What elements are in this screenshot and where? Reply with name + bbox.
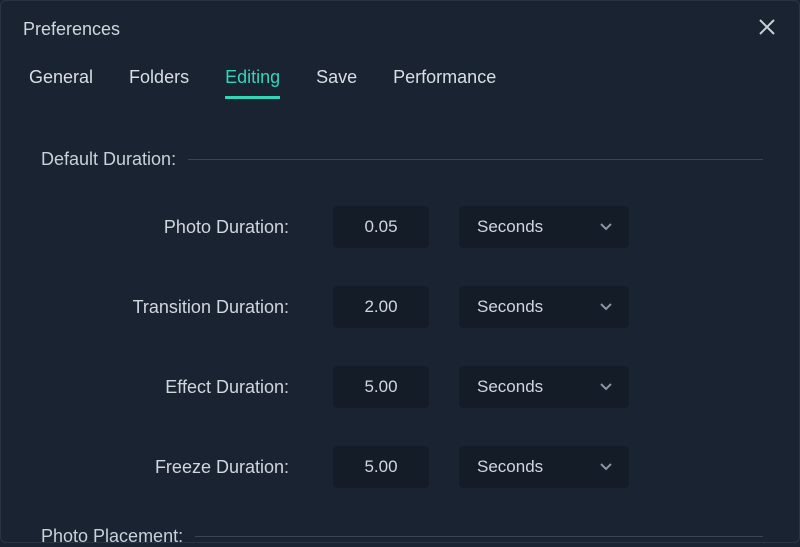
- input-effect-duration[interactable]: [333, 366, 429, 408]
- chevron-down-icon: [599, 380, 613, 394]
- row-freeze-duration: Freeze Duration: Seconds: [69, 446, 763, 488]
- input-transition-duration[interactable]: [333, 286, 429, 328]
- close-button[interactable]: [755, 17, 779, 41]
- tab-editing[interactable]: Editing: [225, 67, 280, 99]
- titlebar: Preferences: [1, 1, 799, 49]
- row-photo-duration: Photo Duration: Seconds: [69, 206, 763, 248]
- row-effect-duration: Effect Duration: Seconds: [69, 366, 763, 408]
- label-photo-duration: Photo Duration:: [69, 217, 297, 238]
- close-icon: [758, 18, 776, 41]
- select-photo-duration-unit[interactable]: Seconds: [459, 206, 629, 248]
- select-value: Seconds: [477, 377, 543, 397]
- row-transition-duration: Transition Duration: Seconds: [69, 286, 763, 328]
- select-freeze-duration-unit[interactable]: Seconds: [459, 446, 629, 488]
- select-value: Seconds: [477, 297, 543, 317]
- select-transition-duration-unit[interactable]: Seconds: [459, 286, 629, 328]
- section-label-default-duration: Default Duration:: [41, 149, 176, 170]
- select-value: Seconds: [477, 457, 543, 477]
- default-duration-fields: Photo Duration: Seconds Transition Durat…: [41, 206, 763, 488]
- input-freeze-duration[interactable]: [333, 446, 429, 488]
- input-photo-duration[interactable]: [333, 206, 429, 248]
- window-title: Preferences: [23, 19, 120, 40]
- label-effect-duration: Effect Duration:: [69, 377, 297, 398]
- section-default-duration: Default Duration:: [41, 149, 763, 170]
- label-transition-duration: Transition Duration:: [69, 297, 297, 318]
- tab-folders[interactable]: Folders: [129, 67, 189, 99]
- select-value: Seconds: [477, 217, 543, 237]
- tab-save[interactable]: Save: [316, 67, 357, 99]
- content-panel: Default Duration: Photo Duration: Second…: [1, 99, 799, 547]
- select-effect-duration-unit[interactable]: Seconds: [459, 366, 629, 408]
- chevron-down-icon: [599, 460, 613, 474]
- label-freeze-duration: Freeze Duration:: [69, 457, 297, 478]
- tab-performance[interactable]: Performance: [393, 67, 496, 99]
- section-divider: [188, 159, 763, 160]
- preferences-window: Preferences General Folders Editing Save…: [0, 0, 800, 543]
- section-label-photo-placement: Photo Placement:: [41, 526, 183, 547]
- section-divider: [195, 536, 763, 537]
- tab-general[interactable]: General: [29, 67, 93, 99]
- chevron-down-icon: [599, 220, 613, 234]
- tabs: General Folders Editing Save Performance: [1, 49, 799, 99]
- chevron-down-icon: [599, 300, 613, 314]
- section-photo-placement: Photo Placement:: [41, 526, 763, 547]
